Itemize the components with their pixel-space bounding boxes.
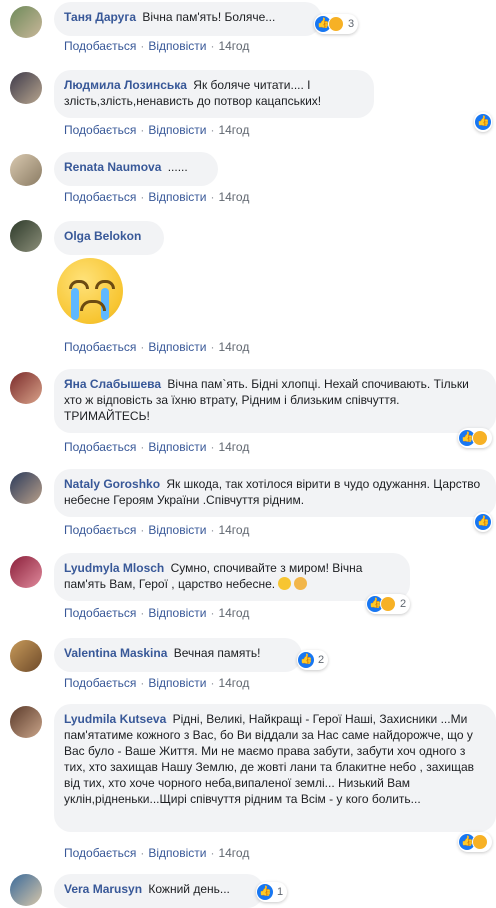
comment-author[interactable]: Людмила Лозинська	[64, 78, 187, 92]
comment-text: Рідні, Великі, Найкращі - Герої Наші, За…	[64, 712, 475, 806]
comment-actions: Подобається · Відповісти · 14год	[64, 123, 250, 137]
avatar[interactable]	[10, 640, 42, 672]
comment-actions: Подобається · Відповісти · 14год	[64, 190, 250, 204]
like-link[interactable]: Подобається	[64, 190, 136, 204]
comment-author[interactable]: Olga Belokon	[64, 229, 141, 243]
avatar[interactable]	[10, 556, 42, 588]
comment-actions: Подобається · Відповісти · 14год	[64, 523, 250, 537]
like-link[interactable]: Подобається	[64, 123, 136, 137]
comment-bubble: Vera Marusyn Кожний день...	[54, 874, 264, 908]
like-icon	[257, 884, 273, 900]
avatar[interactable]	[10, 706, 42, 738]
comment-actions: Подобається · Відповісти · 14год	[64, 606, 250, 620]
comment-bubble: Яна Слабышева Вічна пам`ять. Бідні хлопц…	[54, 369, 496, 433]
avatar[interactable]	[10, 72, 42, 104]
reply-link[interactable]: Відповісти	[148, 676, 206, 690]
reaction-count: 2	[400, 598, 407, 610]
reaction-count: 3	[348, 18, 355, 30]
like-icon	[475, 114, 491, 130]
reply-link[interactable]: Відповісти	[148, 523, 206, 537]
reaction-summary[interactable]: 2	[297, 650, 329, 670]
comment-bubble: Людмила Лозинська Як боляче читати.... І…	[54, 70, 374, 118]
comment-author[interactable]: Lyudmila Kutseva	[64, 712, 166, 726]
comment-author[interactable]: Vera Marusyn	[64, 882, 142, 896]
timestamp[interactable]: 14год	[218, 340, 249, 354]
like-link[interactable]: Подобається	[64, 606, 136, 620]
reaction-summary[interactable]	[458, 428, 492, 448]
timestamp[interactable]: 14год	[218, 440, 249, 454]
reply-link[interactable]: Відповісти	[148, 846, 206, 860]
avatar[interactable]	[10, 874, 42, 906]
reply-link[interactable]: Відповісти	[148, 123, 206, 137]
comment-actions: Подобається · Відповісти · 14год	[64, 340, 250, 354]
comment-author[interactable]: Nataly Goroshko	[64, 477, 160, 491]
like-icon	[475, 514, 491, 530]
comment-bubble: Таня Даруга Вічна пам'ять! Боляче...	[54, 2, 322, 36]
like-link[interactable]: Подобається	[64, 340, 136, 354]
like-link[interactable]: Подобається	[64, 846, 136, 860]
comment-bubble: Valentina Maskina Вечная память!	[54, 638, 302, 672]
reply-link[interactable]: Відповісти	[148, 190, 206, 204]
reaction-count: 2	[318, 654, 325, 666]
comment-author[interactable]: Lyudmyla Mlosch	[64, 561, 164, 575]
avatar[interactable]	[10, 154, 42, 186]
avatar[interactable]	[10, 472, 42, 504]
comment-author[interactable]: Valentina Maskina	[64, 646, 167, 660]
timestamp[interactable]: 14год	[218, 846, 249, 860]
comment-bubble: Renata Naumova ......	[54, 152, 218, 186]
crying-face-sticker	[57, 258, 123, 324]
comment-text: Вічна пам'ять! Боляче...	[142, 10, 276, 24]
reply-link[interactable]: Відповісти	[148, 606, 206, 620]
comment-author[interactable]: Таня Даруга	[64, 10, 136, 24]
comment-actions: Подобається · Відповісти · 14год	[64, 39, 250, 53]
pray-emoji-icon	[294, 577, 308, 590]
comment-actions: Подобається · Відповісти · 14год	[64, 440, 250, 454]
reaction-summary[interactable]	[458, 832, 492, 852]
comment-author[interactable]: Renata Naumova	[64, 160, 161, 174]
reaction-summary[interactable]	[474, 512, 492, 532]
sad-icon	[380, 596, 396, 612]
comment-text: Кожний день...	[148, 882, 230, 896]
timestamp[interactable]: 14год	[218, 39, 249, 53]
sad-icon	[472, 430, 488, 446]
like-link[interactable]: Подобається	[64, 676, 136, 690]
reply-link[interactable]: Відповісти	[148, 39, 206, 53]
comment-bubble: Nataly Goroshko Як шкода, так хотілося в…	[54, 469, 496, 517]
timestamp[interactable]: 14год	[218, 190, 249, 204]
comment-text: Вечная память!	[173, 646, 261, 660]
avatar[interactable]	[10, 372, 42, 404]
comment-text: ......	[167, 160, 188, 174]
comment-actions: Подобається · Відповісти · 14год	[64, 676, 250, 690]
like-link[interactable]: Подобається	[64, 523, 136, 537]
timestamp[interactable]: 14год	[218, 523, 249, 537]
comment-actions: Подобається · Відповісти · 14год	[64, 846, 250, 860]
reaction-summary[interactable]: 2	[366, 594, 411, 614]
timestamp[interactable]: 14год	[218, 606, 249, 620]
avatar[interactable]	[10, 220, 42, 252]
reaction-count: 1	[277, 886, 284, 898]
avatar[interactable]	[10, 6, 42, 38]
care-icon	[472, 834, 488, 850]
comment-bubble: Olga Belokon	[54, 221, 164, 255]
comment-bubble: Lyudmyla Mlosch Сумно, спочивайте з миро…	[54, 553, 410, 601]
reaction-summary[interactable]: 3	[314, 14, 359, 34]
reaction-summary[interactable]	[474, 112, 492, 132]
comment-author[interactable]: Яна Слабышева	[64, 377, 161, 391]
reply-link[interactable]: Відповісти	[148, 340, 206, 354]
like-link[interactable]: Подобається	[64, 440, 136, 454]
sad-icon	[328, 16, 344, 32]
timestamp[interactable]: 14год	[218, 123, 249, 137]
reaction-summary[interactable]: 1	[256, 882, 288, 902]
sad-emoji-icon	[278, 577, 292, 590]
like-link[interactable]: Подобається	[64, 39, 136, 53]
timestamp[interactable]: 14год	[218, 676, 249, 690]
like-icon	[298, 652, 314, 668]
comment-bubble: Lyudmila Kutseva Рідні, Великі, Найкращі…	[54, 704, 496, 832]
reply-link[interactable]: Відповісти	[148, 440, 206, 454]
